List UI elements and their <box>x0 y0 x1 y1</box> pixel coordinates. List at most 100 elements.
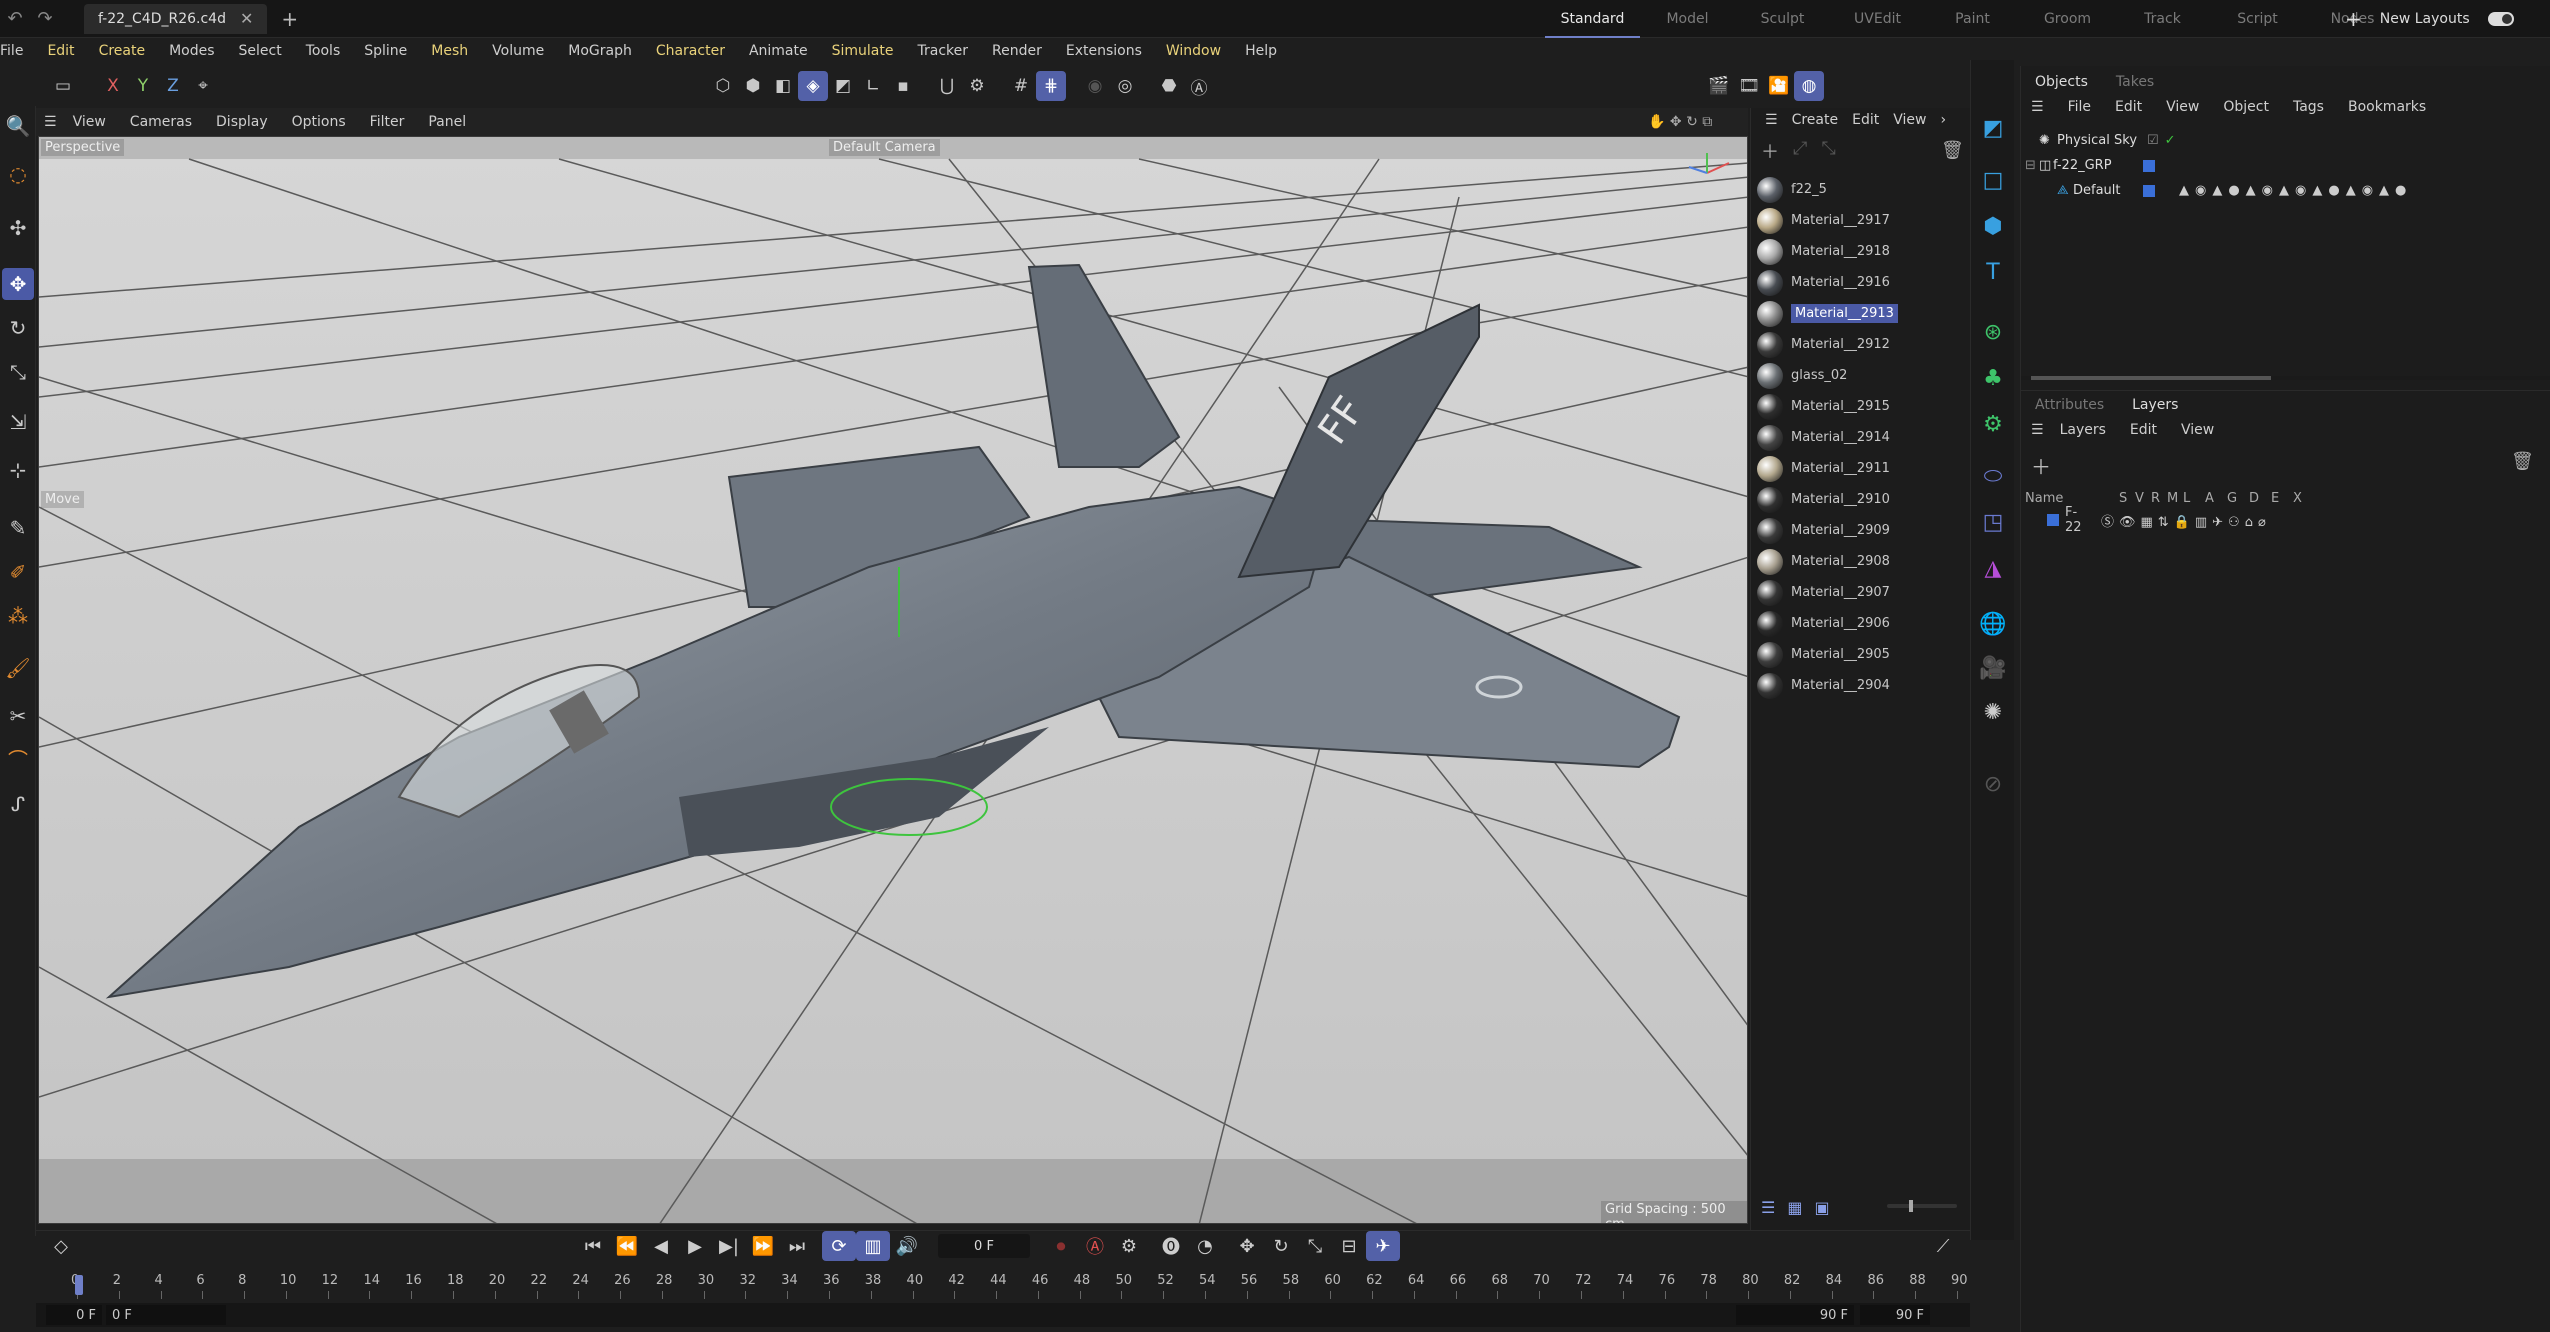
new-layouts-label[interactable]: New Layouts <box>2380 11 2470 27</box>
key-position-icon[interactable]: ✥ <box>1230 1231 1264 1261</box>
playhead[interactable] <box>75 1275 83 1295</box>
menu-tools[interactable]: Tools <box>306 43 341 59</box>
layout-toggle[interactable] <box>2487 12 2514 26</box>
material-name[interactable]: Material__2905 <box>1791 647 1890 662</box>
material-menu-view[interactable]: View <box>1893 112 1926 128</box>
tab-layers[interactable]: Layers <box>2118 393 2192 417</box>
material-row[interactable]: Material__2917 <box>1751 205 1971 236</box>
layer-row-f22[interactable]: F-22 Ⓢ👁▦⇅🔒▥✈⚇⌂⌀ <box>2025 505 2545 535</box>
layer-name[interactable]: F-22 <box>2065 505 2093 535</box>
material-menu-create[interactable]: Create <box>1792 112 1839 128</box>
text-object-icon[interactable]: T <box>1977 256 2009 288</box>
model-mode-icon[interactable]: ◈ <box>798 71 828 101</box>
viewport-menu-filter[interactable]: Filter <box>370 114 405 130</box>
knife-tool-icon[interactable]: ✂ <box>2 700 34 732</box>
menu-tracker[interactable]: Tracker <box>917 43 968 59</box>
material-row[interactable]: Material__2904 <box>1751 670 1971 701</box>
light-icon[interactable]: ✺ <box>1977 696 2009 728</box>
material-tool-3-icon[interactable]: ⤡ <box>1821 138 1835 164</box>
large-view-icon[interactable]: ▣ <box>1814 1198 1829 1217</box>
new-material-icon[interactable]: ＋ <box>1761 138 1779 164</box>
points-mode-icon[interactable]: ⬡ <box>708 71 738 101</box>
scale-tool-icon[interactable]: ⤡ <box>2 356 34 388</box>
lock-workplane-icon[interactable]: ◉ <box>1080 71 1110 101</box>
menu-file[interactable]: File <box>0 43 23 59</box>
live-selection-icon[interactable]: ◌ <box>2 158 34 190</box>
material-name[interactable]: Material__2914 <box>1791 430 1890 445</box>
viewport-menu-options[interactable]: Options <box>292 114 346 130</box>
timeline-graph-icon[interactable]: ⟋ <box>1926 1231 1960 1261</box>
objects-menu-tags[interactable]: Tags <box>2293 99 2324 115</box>
edges-mode-icon[interactable]: ⬢ <box>738 71 768 101</box>
selection-tools-icon[interactable]: ✣ <box>2 212 34 244</box>
render-settings-icon[interactable]: ⬣ <box>1154 71 1184 101</box>
paint-tool-icon[interactable]: ᔑ <box>2 788 34 820</box>
workplane-icon[interactable]: ⋕ <box>1036 71 1066 101</box>
material-name[interactable]: Material__2918 <box>1791 244 1890 259</box>
previous-frame-icon[interactable]: ◀ <box>644 1231 678 1261</box>
object-name[interactable]: Physical Sky <box>2057 133 2147 148</box>
layers-menu-view[interactable]: View <box>2181 422 2214 438</box>
objects-menu-view[interactable]: View <box>2166 99 2199 115</box>
layer-flag-icons[interactable]: Ⓢ👁▦⇅🔒▥✈⚇⌂⌀ <box>2101 511 2271 530</box>
interactive-render-icon[interactable]: ◍ <box>1794 71 1824 101</box>
menu-mograph[interactable]: MoGraph <box>568 43 632 59</box>
layout-tab-standard[interactable]: Standard <box>1545 0 1640 38</box>
material-menu-edit[interactable]: Edit <box>1852 112 1879 128</box>
effector-icon[interactable]: ⚙ <box>1977 408 2009 440</box>
material-row[interactable]: Material__2909 <box>1751 515 1971 546</box>
material-menu-more-icon[interactable]: › <box>1940 112 1946 128</box>
add-layer-icon[interactable]: ＋ <box>2031 451 2051 480</box>
menu-window[interactable]: Window <box>1166 43 1221 59</box>
previous-key-icon[interactable]: ⏪ <box>610 1231 644 1261</box>
render-picture-viewer-icon[interactable]: 🎞 <box>1734 71 1764 101</box>
frame-ruler[interactable]: 0246810121416182022242628303234363840424… <box>63 1273 1993 1299</box>
viewport-menu-view[interactable]: View <box>73 114 106 130</box>
camera-object-icon[interactable]: ◩ <box>1977 112 2009 144</box>
mograph-cloner-icon[interactable]: ♣ <box>1977 362 2009 394</box>
enabled-check-icon[interactable]: ✓ <box>2165 133 2176 148</box>
menu-help[interactable]: Help <box>1245 43 1277 59</box>
grid-view-icon[interactable]: ▦ <box>1787 1198 1802 1217</box>
material-preview-icon[interactable] <box>1757 362 1783 389</box>
snap-settings-icon[interactable]: ⚙ <box>962 71 992 101</box>
undo-icon[interactable]: ↶ <box>0 4 30 34</box>
environment-icon[interactable]: 🌐 <box>1977 608 2009 640</box>
material-preview-icon[interactable] <box>1757 610 1783 637</box>
delete-material-icon[interactable]: 🗑 <box>1941 140 1964 161</box>
material-name[interactable]: Material__2910 <box>1791 492 1890 507</box>
3d-viewport[interactable]: FF Perspective Default Camera Move Grid … <box>38 136 1748 1224</box>
material-preview-icon[interactable] <box>1757 672 1783 699</box>
go-to-end-icon[interactable]: ⏭ <box>780 1231 814 1261</box>
material-tags-icon[interactable]: ▲◉▲●▲◉▲◉▲●▲◉▲● <box>2179 183 2412 198</box>
layer-color-swatch[interactable] <box>2143 159 2155 172</box>
z-axis-toggle[interactable]: Z <box>158 71 188 101</box>
search-icon[interactable]: 🔍 <box>2 110 34 142</box>
material-preview-icon[interactable] <box>1757 269 1783 296</box>
key-param-icon[interactable]: ⊟ <box>1332 1231 1366 1261</box>
material-row[interactable]: Material__2908 <box>1751 546 1971 577</box>
material-name[interactable]: Material__2907 <box>1791 585 1890 600</box>
go-to-start-icon[interactable]: ⏮ <box>576 1231 610 1261</box>
autokey-icon[interactable]: Ⓐ <box>1078 1231 1112 1261</box>
material-name[interactable]: Material__2912 <box>1791 337 1890 352</box>
ai-assist-icon[interactable]: Ⓐ <box>1184 71 1214 101</box>
viewport-hamburger-icon[interactable]: ☰ <box>44 114 57 130</box>
move-tool-icon[interactable]: ✥ <box>2 268 34 300</box>
material-row[interactable]: glass_02 <box>1751 360 1971 391</box>
menu-spline[interactable]: Spline <box>364 43 407 59</box>
measure-tool-icon[interactable]: ⌒ <box>2 742 34 774</box>
play-icon[interactable]: ▶ <box>678 1231 712 1261</box>
uv-mode-icon[interactable]: ▪ <box>888 71 918 101</box>
material-name[interactable]: Material__2906 <box>1791 616 1890 631</box>
menu-select[interactable]: Select <box>239 43 282 59</box>
sound-icon[interactable]: 🔊 <box>890 1231 924 1261</box>
layout-tab-track[interactable]: Track <box>2115 11 2210 27</box>
menu-render[interactable]: Render <box>992 43 1042 59</box>
grid-snap-icon[interactable]: # <box>1006 71 1036 101</box>
object-name[interactable]: f-22_GRP <box>2053 158 2143 173</box>
viewport-nav-icons[interactable]: ✋ ✥ ↻ ⧉ <box>1648 114 1712 130</box>
generator-object-icon[interactable]: ⊛ <box>1977 316 2009 348</box>
current-frame-field[interactable]: 0 F <box>938 1234 1030 1258</box>
next-frame-icon[interactable]: ▶| <box>712 1231 746 1261</box>
